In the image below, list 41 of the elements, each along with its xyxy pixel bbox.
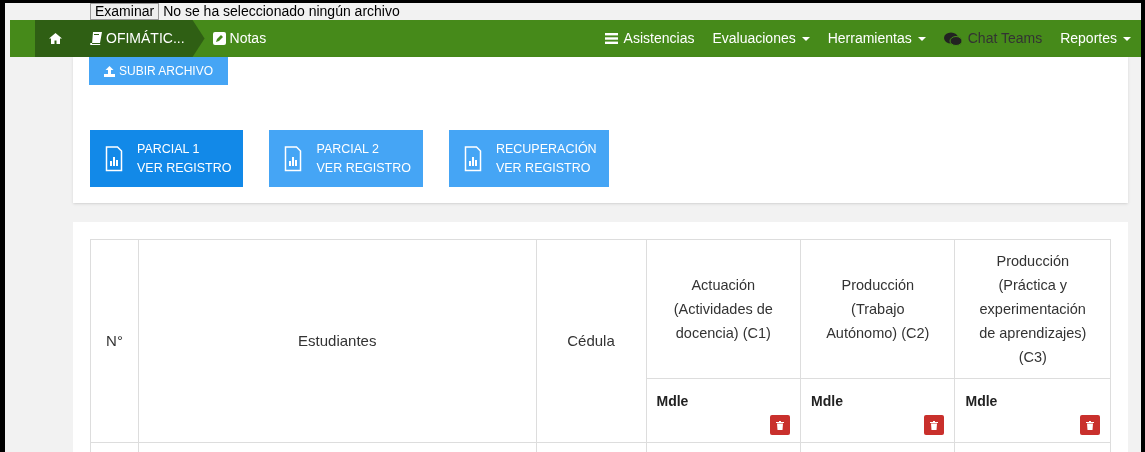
trash-icon [930,420,939,430]
column-header: Estudiantes [138,239,537,443]
register-button[interactable]: RECUPERACIÓN VER REGISTRO [448,130,609,187]
breadcrumb-link[interactable]: Notas [204,20,267,57]
edit-icon [212,32,226,45]
column-header: Producción (Práctica y experimentación de aprendizajes) (C3) [955,239,1111,379]
dropdown-menu-link[interactable]: Reportes [1060,28,1131,49]
report-file-icon [463,145,482,172]
home-icon [48,33,62,44]
trash-icon [776,420,785,430]
nav-link[interactable]: Chat Teams [943,28,1043,49]
sub-header: Mdle [656,392,690,411]
home-link[interactable] [35,20,75,57]
caret-icon [801,36,810,41]
sub-header: Mdle [965,392,999,411]
delete-button[interactable] [924,415,945,435]
breadcrumb-link[interactable]: OFIMÁTIC... [75,20,205,57]
column-header: Actuación (Actividades de docencia) (C1) [646,239,801,379]
column-header: Cédula [536,239,646,443]
report-file-icon [105,145,123,172]
column-header: Producción (Trabajo Autónomo) (C2) [800,239,955,379]
delete-button[interactable] [770,415,791,435]
delete-button[interactable] [1080,415,1100,435]
chat-bubbles-icon [943,31,962,46]
upload-icon [104,65,115,77]
nav-link[interactable]: Asistencias [604,28,695,49]
register-button[interactable]: PARCIAL 1 VER REGISTRO [90,130,244,187]
upload-button[interactable]: SUBIR ARCHIVO [89,57,228,85]
sub-header: Mdle [811,392,844,411]
report-file-icon [284,145,303,172]
dropdown-menu-link[interactable]: Herramientas [827,28,926,49]
caret-icon [917,36,926,41]
trash-icon [1086,420,1094,430]
dropdown-menu-link[interactable]: Evaluaciones [712,28,810,49]
column-header: N° [90,239,139,443]
file-browse-button[interactable]: Examinar [90,3,160,20]
book-icon [90,32,102,45]
menu-icon [604,33,618,44]
caret-icon [1123,36,1131,41]
register-button[interactable]: PARCIAL 2 VER REGISTRO [269,130,423,187]
file-status-text: No se ha seleccionado ningún archivo [163,3,400,20]
